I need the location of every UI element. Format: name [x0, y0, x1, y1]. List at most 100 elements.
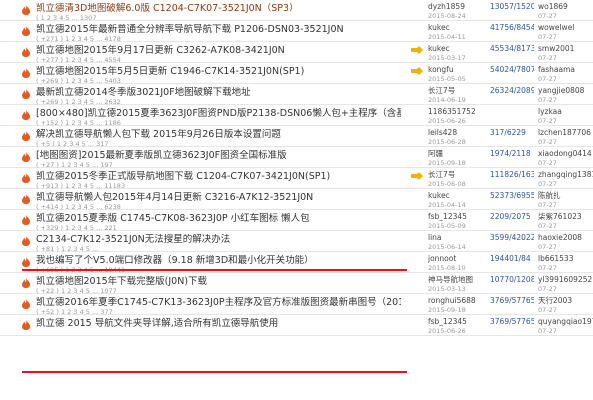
last-post-date: 07-27 [538, 222, 557, 230]
table-row[interactable]: 凯立德地图2015年下载完整版(J0N)下载( +22 ) 1 2 3 4 5 … [0, 273, 593, 295]
table-row[interactable]: C2134-C7K12-3521J0N无法搜星的解决办法( +81 ) 1 2 … [0, 231, 593, 253]
reply-count [490, 107, 534, 117]
view-count [490, 159, 534, 167]
author-name[interactable]: kukec [428, 23, 488, 33]
table-row[interactable]: 凯立德2015冬季正式版导航地图下载 C1204-C7K07-3421J0N(S… [0, 168, 593, 190]
flame-icon [22, 110, 30, 120]
last-poster[interactable]: 陈航扎 [538, 191, 593, 201]
medal-icon [411, 172, 423, 180]
reply-count: 3769/57765 [490, 317, 534, 326]
table-row[interactable]: 凯立德地图2015年9月17日更新 C3262-A7K08-3421J0N( +… [0, 42, 593, 64]
reply-count: 1974/2118 [490, 149, 531, 158]
flame-icon [22, 173, 30, 183]
thread-pagination[interactable] [36, 329, 401, 337]
author-name[interactable]: jonnoot [428, 254, 488, 264]
thread-link[interactable]: 凯立德导航懒人包2015年4月14日更新 C3216-A7K12-3521J0N [36, 192, 313, 203]
author-name[interactable]: 1186351752 [428, 107, 488, 117]
reply-count: 2209/2075 [490, 212, 531, 221]
thread-link[interactable]: [800×480]凯立德2015夏季3623J0F图资PND版P2138-DSN… [36, 108, 401, 119]
table-row[interactable]: 最新凯立德2014冬季版3021J0F地图破解下载地址( +269 ) 1 2 … [0, 84, 593, 106]
view-count [490, 243, 534, 251]
author-name[interactable]: 阿疆 [428, 149, 488, 159]
post-date: 2015-06-14 [428, 243, 466, 251]
post-date: 2015-05-05 [428, 75, 466, 83]
view-count [490, 54, 534, 62]
author-name[interactable]: lina [428, 233, 488, 243]
author-name[interactable]: 长江7号 [428, 86, 488, 96]
thread-link[interactable]: 凯立德 2015 导航文件夹导详解,适合所有凯立德导航使用 [36, 318, 278, 329]
last-poster[interactable]: lb661533 [538, 254, 593, 264]
author-name[interactable]: ronghui5688 [428, 296, 488, 306]
last-poster[interactable]: quyangqiao1975 [538, 317, 593, 327]
table-row[interactable]: 解决凯立德导航懒人包下载 2015年9月26日版本设置问题( +5 ) 1 2 … [0, 126, 593, 148]
flame-icon [22, 278, 30, 288]
author-name[interactable]: kongfu [428, 65, 488, 75]
thread-link[interactable]: 凯立德2015夏季版 C1745-C7K08-3623J0P 小红车图标 懒人包 [36, 213, 310, 224]
last-poster[interactable]: 柒紫761023 [538, 212, 593, 222]
thread-link[interactable]: 凯立德清3D地图破解6.0版 C1204-C7K07-3521J0N（SP3） [36, 3, 299, 14]
author-name[interactable]: fsb_12345 [428, 212, 488, 222]
table-row[interactable]: 凯立德2015年最新普通全分辨率导航导航下载 P1206-DSN03-3521J… [0, 21, 593, 43]
thread-link[interactable]: 凯立德2016年夏季C1745-C7K13-3623J0P主程序及官方标准版图资… [36, 297, 401, 308]
post-date: 2015-08-24 [428, 12, 466, 20]
post-date: 2015-06-26 [428, 327, 466, 335]
table-row[interactable]: [800×480]凯立德2015夏季3623J0F图资PND版P2138-DSN… [0, 105, 593, 127]
author-name[interactable]: fsb_12345 [428, 317, 488, 327]
table-row[interactable]: [地图图资]2015最新夏季版凯立德3623J0F图资全国标准版( +27 ) … [0, 147, 593, 169]
last-post-date: 07-27 [538, 138, 557, 146]
author-name[interactable]: 神马导航地图 [428, 275, 488, 285]
view-count [490, 285, 534, 293]
thread-link[interactable]: C2134-C7K12-3521J0N无法搜星的解决办法 [36, 234, 230, 245]
last-poster[interactable]: smw2001 [538, 44, 593, 54]
post-date: 2015-05-09 [428, 222, 466, 230]
author-name[interactable]: kukec [428, 191, 488, 201]
thread-link[interactable]: 凯立德地图2015年9月17日更新 C3262-A7K08-3421J0N [36, 45, 285, 56]
thread-link[interactable]: 凯立德2015冬季正式版导航地图下载 C1204-C7K07-3421J0N(S… [36, 171, 330, 182]
author-name[interactable]: dyzh1859 [428, 2, 488, 12]
table-row[interactable]: 凯立德导航懒人包2015年4月14日更新 C3216-A7K12-3521J0N… [0, 189, 593, 211]
last-poster[interactable]: yangjie0808 [538, 86, 593, 96]
table-row[interactable]: 凯立德地图2015年5月5日更新 C1946-C7K14-3521J0N(SP1… [0, 63, 593, 85]
table-row[interactable]: 凯立德清3D地图破解6.0版 C1204-C7K07-3521J0N（SP3）(… [0, 0, 593, 22]
thread-link[interactable]: 凯立德地图2015年5月5日更新 C1946-C7K14-3521J0N(SP1… [36, 66, 304, 77]
last-poster[interactable]: fashaama [538, 65, 593, 75]
view-count [490, 222, 534, 230]
reply-count: 3599/42022 [490, 233, 534, 242]
last-poster[interactable]: lyzkaa [538, 107, 593, 117]
last-poster[interactable]: 天行2003 [538, 296, 593, 306]
last-poster[interactable]: wowelwel [538, 23, 593, 33]
last-post-date: 07-27 [538, 96, 557, 104]
thread-link[interactable]: 最新凯立德2014冬季版3021J0F地图破解下载地址 [36, 87, 251, 98]
thread-list: 凯立德清3D地图破解6.0版 C1204-C7K07-3521J0N（SP3）(… [0, 0, 593, 400]
post-date: 2015-08-10 [428, 264, 466, 272]
table-row[interactable]: 凯立德2016年夏季C1745-C7K13-3623J0P主程序及官方标准版图资… [0, 294, 593, 316]
view-count [490, 138, 534, 146]
thread-link[interactable]: 我也编写了个V5.0端口修改器（9.18 新增3D和最小化开关功能） [36, 255, 314, 266]
author-name[interactable]: kukec [428, 44, 488, 54]
thread-link[interactable]: 解决凯立德导航懒人包下载 2015年9月26日版本设置问题 [36, 129, 281, 140]
last-post-date: 07-27 [538, 75, 557, 83]
red-underline [22, 269, 407, 271]
last-poster[interactable]: yl3991609252 [538, 275, 593, 285]
flame-icon [22, 26, 30, 36]
last-poster[interactable]: haoxie2008 [538, 233, 593, 243]
last-post-date: 07-27 [538, 243, 557, 251]
view-count [490, 264, 534, 272]
reply-count: 45534/8173 [490, 44, 534, 53]
table-row[interactable]: 凯立德 2015 导航文件夹导详解,适合所有凯立德导航使用 fsb_12345 20… [0, 315, 593, 336]
medal-icon [411, 46, 423, 54]
view-count [490, 180, 534, 188]
reply-count: 10770/1208 [490, 275, 534, 284]
last-poster[interactable]: lzchen187706 [538, 128, 593, 138]
last-poster[interactable]: zhangqing1381 [538, 170, 593, 180]
author-name[interactable]: 长江7号 [428, 170, 488, 180]
reply-count: 317/6229 [490, 128, 526, 137]
thread-link[interactable]: 凯立德地图2015年下载完整版(J0N)下载 [36, 276, 207, 287]
author-name[interactable]: leils428 [428, 128, 488, 138]
thread-link[interactable]: 凯立德2015年最新普通全分辨率导航导航下载 P1206-DSN03-3521J… [36, 24, 344, 35]
table-row[interactable]: 凯立德2015夏季版 C1745-C7K08-3623J0P 小红车图标 懒人包… [0, 210, 593, 232]
medal-icon [411, 67, 423, 75]
thread-link[interactable]: [地图图资]2015最新夏季版凯立德3623J0F图资全国标准版 [36, 150, 287, 161]
last-poster[interactable]: wo1869 [538, 2, 593, 12]
last-poster[interactable]: xiaodong0414 [538, 149, 593, 159]
